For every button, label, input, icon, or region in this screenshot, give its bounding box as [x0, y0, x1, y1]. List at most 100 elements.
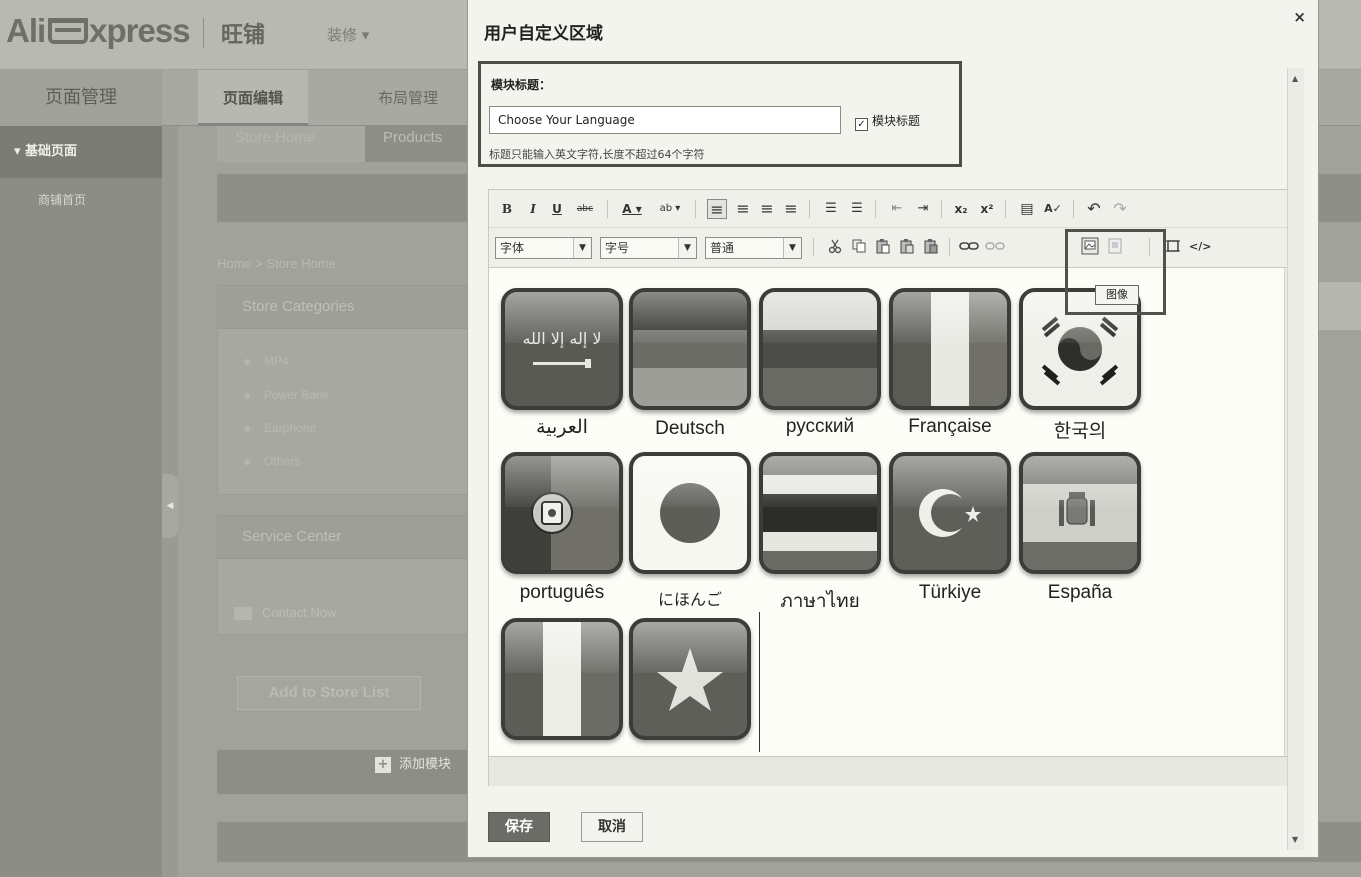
bullet-list-button[interactable]: ☰	[821, 199, 841, 219]
tab-layout-management[interactable]: 布局管理	[378, 70, 438, 126]
sidebar-collapse-handle[interactable]: ◀	[162, 474, 178, 538]
numbered-list-button[interactable]: ☰	[847, 199, 867, 219]
category-item[interactable]: Others	[244, 454, 300, 468]
scroll-down-icon[interactable]: ▼	[1292, 835, 1298, 844]
category-item[interactable]: Power Bank	[244, 388, 329, 402]
category-item[interactable]: MP4	[244, 354, 289, 368]
toolbar-separator	[813, 238, 814, 256]
modal-scrollbar[interactable]: ▲ ▼	[1287, 68, 1304, 850]
save-button[interactable]: 保存	[488, 812, 550, 842]
editor-status-bar	[489, 756, 1301, 786]
add-to-store-list-button[interactable]: Add to Store List	[237, 676, 421, 710]
insert-template-button[interactable]: ▤	[1017, 199, 1037, 219]
store-categories-title: Store Categories	[217, 285, 477, 329]
toolbar-separator	[607, 200, 608, 218]
thailand-flag-icon[interactable]	[759, 452, 881, 574]
tab-page-edit[interactable]: 页面编辑	[198, 70, 308, 126]
editor-toolbar-row1: B I U abc A ▾ ab ▾ ≡ ≡ ≡ ≡ ☰ ☰ ⇤ ⇥ x₂ x²…	[489, 190, 1301, 228]
language-label: русский	[785, 416, 855, 437]
link-icon[interactable]	[959, 238, 979, 254]
saudi-arabia-flag-icon[interactable]: لا إله إلا الله	[501, 288, 623, 410]
spain-flag-icon[interactable]	[1019, 452, 1141, 574]
contact-now-link[interactable]: Contact Now	[234, 605, 336, 621]
category-item[interactable]: Earphone	[244, 421, 316, 435]
breadcrumb: Home > Store Home	[217, 256, 336, 271]
page-management-title: 页面管理	[0, 70, 162, 126]
copy-icon[interactable]	[851, 238, 867, 254]
paragraph-format-select[interactable]: 普通 ▼	[705, 237, 802, 259]
toolbar-separator	[695, 200, 696, 218]
custom-region-modal: 用户自定义区域 × 模块标题： ✓模块标题 标题只能输入英文字符,长度不超过64…	[467, 0, 1319, 858]
language-label: Türkiye	[918, 582, 982, 603]
editor-toolbar-row2: 字体 ▼ 字号 ▼ 普通 ▼ </>	[489, 228, 1301, 268]
font-color-button[interactable]: A ▾	[617, 199, 647, 219]
align-center-button[interactable]: ≡	[733, 199, 753, 219]
sidebar-group-basic-pages[interactable]: ▾ 基础页面	[0, 126, 162, 178]
decor-menu[interactable]: 装修 ▾	[327, 24, 369, 45]
germany-flag-icon[interactable]	[629, 288, 751, 410]
language-label: العربية	[536, 417, 588, 438]
highlight-color-button[interactable]: ab ▾	[653, 199, 687, 219]
align-justify-button[interactable]: ≡	[781, 199, 801, 219]
subscript-button[interactable]: x₂	[951, 199, 971, 219]
turkey-flag-icon[interactable]	[889, 452, 1011, 574]
chevron-down-icon: ▼	[783, 238, 801, 258]
scroll-up-icon[interactable]: ▲	[1292, 74, 1298, 83]
image-tooltip: 图像	[1095, 285, 1139, 305]
paste-text-icon[interactable]	[899, 238, 915, 254]
sidebar: ▾ 基础页面 商铺首页	[0, 126, 162, 877]
chat-icon	[234, 607, 252, 621]
cut-icon[interactable]	[827, 238, 843, 254]
underline-button[interactable]: U	[549, 199, 565, 219]
store-tab-products[interactable]: Products	[365, 126, 475, 162]
title-hint: 标题只能输入英文字符,长度不超过64个字符	[489, 148, 705, 161]
module-title-input[interactable]	[489, 106, 841, 134]
aliexpress-logo[interactable]: Ali xpress	[6, 12, 191, 50]
show-title-checkbox[interactable]: ✓ 模块标题	[855, 112, 920, 131]
cart-logo-icon	[48, 18, 89, 44]
plus-icon: +	[375, 757, 391, 773]
japan-flag-icon[interactable]	[629, 452, 751, 574]
toolbar-separator	[1005, 200, 1006, 218]
right-side-panel	[1316, 282, 1361, 330]
brand-name: 旺铺	[221, 23, 266, 48]
undo-button[interactable]: ↶	[1085, 199, 1103, 219]
checkbox-checked-icon[interactable]: ✓	[855, 118, 868, 131]
italy-flag-icon[interactable]	[501, 618, 623, 740]
bold-button[interactable]: B	[499, 199, 515, 219]
language-label: España	[1047, 582, 1113, 603]
toolbar-separator	[809, 200, 810, 218]
logo-divider	[203, 18, 204, 48]
paste-word-icon[interactable]	[923, 238, 939, 254]
superscript-button[interactable]: x²	[977, 199, 997, 219]
spellcheck-button[interactable]: A✓	[1041, 199, 1065, 219]
editor-content[interactable]: لا إله إلا الله العربية Deutsch русский …	[489, 268, 1285, 756]
sidebar-item-store-home[interactable]: 商铺首页	[0, 178, 162, 222]
store-tab-home[interactable]: Store Home	[217, 126, 365, 162]
toolbar-separator	[875, 200, 876, 218]
portugal-flag-icon[interactable]	[501, 452, 623, 574]
redo-button[interactable]: ↷	[1111, 199, 1129, 219]
unlink-icon[interactable]	[985, 238, 1005, 254]
outdent-button[interactable]: ⇤	[887, 199, 907, 219]
font-size-select[interactable]: 字号 ▼	[600, 237, 697, 259]
fullscreen-icon[interactable]	[1165, 238, 1181, 254]
france-flag-icon[interactable]	[889, 288, 1011, 410]
strikethrough-button[interactable]: abc	[573, 199, 597, 219]
toolbar-separator	[941, 200, 942, 218]
paste-icon[interactable]	[875, 238, 891, 254]
russia-flag-icon[interactable]	[759, 288, 881, 410]
align-left-button[interactable]: ≡	[707, 199, 727, 219]
vietnam-flag-icon[interactable]	[629, 618, 751, 740]
close-icon[interactable]: ×	[1293, 8, 1306, 26]
italic-button[interactable]: I	[525, 199, 541, 219]
font-family-select[interactable]: 字体 ▼	[495, 237, 592, 259]
indent-button[interactable]: ⇥	[913, 199, 933, 219]
rich-text-editor: B I U abc A ▾ ab ▾ ≡ ≡ ≡ ≡ ☰ ☰ ⇤ ⇥ x₂ x²…	[488, 189, 1302, 786]
align-right-button[interactable]: ≡	[757, 199, 777, 219]
source-code-button[interactable]: </>	[1189, 237, 1211, 257]
cancel-button[interactable]: 取消	[581, 812, 643, 842]
language-label: にほんご	[657, 592, 722, 609]
svg-text:لا إله إلا الله: لا إله إلا الله	[522, 329, 601, 348]
add-module-button[interactable]: + 添加模块	[375, 753, 451, 773]
